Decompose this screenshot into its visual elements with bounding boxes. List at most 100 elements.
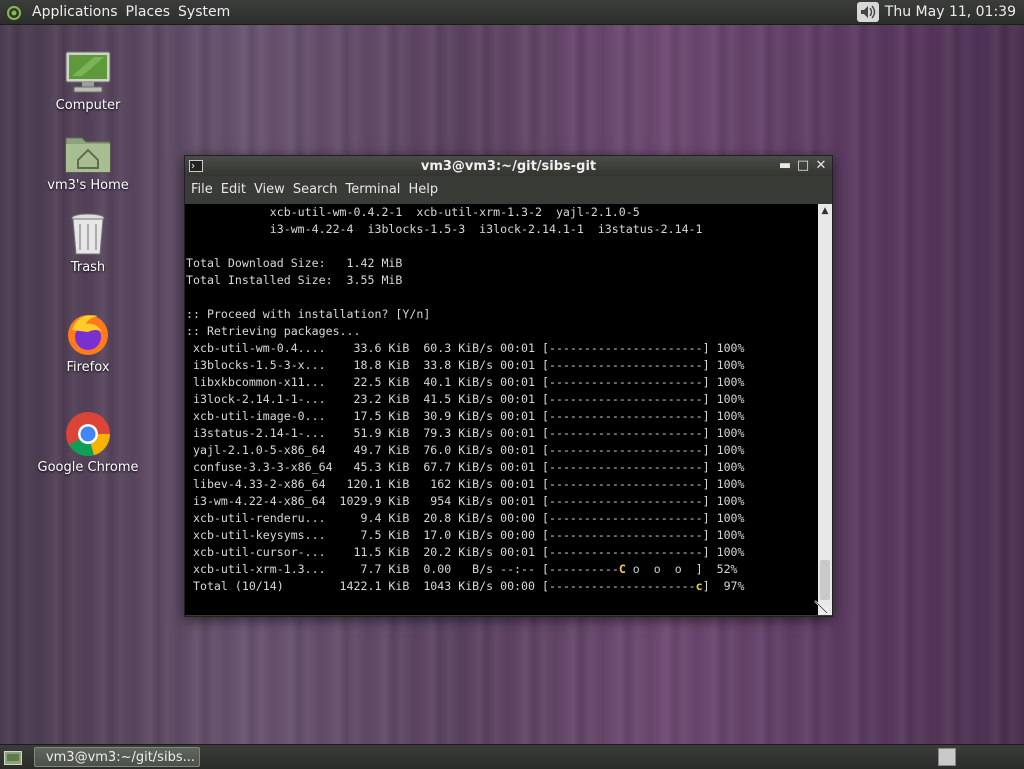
progress-bar-text: [----------------------]: [541, 460, 710, 474]
terminal-line: :: Retrieving packages...: [186, 324, 361, 338]
progress-percent: 100%: [709, 426, 745, 440]
speaker-icon[interactable]: [856, 2, 879, 22]
terminal-text: xcb-util-wm-0.4.2-1 xcb-util-xrm-1.3-2 y…: [185, 204, 818, 595]
desktop-icon-computer[interactable]: Computer: [33, 48, 143, 113]
taskbar-terminal-button[interactable]: vm3@vm3:~/git/sibs...: [34, 747, 200, 767]
progress-bar-text: [----------------------]: [541, 409, 710, 423]
package-info: libev-4.33-2-x86_64 120.1 KiB 162 KiB/s …: [186, 477, 542, 491]
package-info: xcb-util-cursor-... 11.5 KiB 20.2 KiB/s …: [186, 545, 542, 559]
progress-bar-text: [----------------------]: [541, 341, 710, 355]
terminal-line: Total Download Size: 1.42 MiB: [186, 256, 403, 270]
menu-search[interactable]: Search: [289, 182, 342, 197]
scrollbar-thumb[interactable]: [820, 560, 830, 600]
package-row: libxkbcommon-x11... 22.5 KiB 40.1 KiB/s …: [186, 374, 818, 391]
scroll-up-arrow[interactable]: ▲: [818, 204, 832, 218]
progress-percent: 100%: [709, 460, 745, 474]
progress-percent: 97%: [709, 579, 745, 593]
progress-bar-text: [----------------------]: [541, 426, 710, 440]
package-row: xcb-util-renderu... 9.4 KiB 20.8 KiB/s 0…: [186, 510, 818, 527]
desktop-icon-trash[interactable]: Trash: [33, 210, 143, 275]
package-row: xcb-util-xrm-1.3... 7.7 KiB 0.00 B/s --:…: [186, 561, 818, 578]
trash-icon: [71, 213, 105, 255]
panel-clock[interactable]: Thu May 11, 01:39: [885, 4, 1024, 20]
resize-grip-icon[interactable]: [812, 598, 830, 616]
window-titlebar[interactable]: vm3@vm3:~/git/sibs-git ▬ □ ✕: [185, 156, 832, 176]
progress-percent: 100%: [709, 341, 745, 355]
terminal-icon: [39, 756, 40, 758]
package-info: xcb-util-renderu... 9.4 KiB 20.8 KiB/s 0…: [186, 511, 542, 525]
terminal-icon[interactable]: [189, 160, 203, 172]
terminal-line: xcb-util-wm-0.4.2-1 xcb-util-xrm-1.3-2 y…: [186, 205, 640, 219]
chrome-icon: [66, 412, 111, 457]
package-row: xcb-util-cursor-... 11.5 KiB 20.2 KiB/s …: [186, 544, 818, 561]
terminal-output[interactable]: xcb-util-wm-0.4.2-1 xcb-util-xrm-1.3-2 y…: [185, 204, 818, 615]
progress-percent: 100%: [709, 443, 745, 457]
home-folder-icon: [65, 137, 111, 173]
close-button[interactable]: ✕: [814, 159, 828, 173]
desktop-icon-firefox[interactable]: Firefox: [33, 310, 143, 375]
desktop-icon-label: vm3's Home: [47, 178, 129, 193]
desktop-icon-label: Computer: [55, 98, 121, 113]
package-row: xcb-util-image-0... 17.5 KiB 30.9 KiB/s …: [186, 408, 818, 425]
package-row: i3blocks-1.5-3-x... 18.8 KiB 33.8 KiB/s …: [186, 357, 818, 374]
package-info: xcb-util-image-0... 17.5 KiB 30.9 KiB/s …: [186, 409, 542, 423]
firefox-icon: [68, 315, 108, 355]
package-row: i3-wm-4.22-4-x86_64 1029.9 KiB 954 KiB/s…: [186, 493, 818, 510]
package-info: yajl-2.1.0-5-x86_64 49.7 KiB 76.0 KiB/s …: [186, 443, 542, 457]
package-info: xcb-util-xrm-1.3... 7.7 KiB 0.00 B/s --:…: [186, 562, 542, 576]
terminal-scrollbar[interactable]: ▲: [818, 204, 832, 615]
package-info: confuse-3.3-3-x86_64 45.3 KiB 67.7 KiB/s…: [186, 460, 542, 474]
progress-percent: 100%: [709, 511, 745, 525]
package-info: i3status-2.14-1-... 51.9 KiB 79.3 KiB/s …: [186, 426, 542, 440]
menu-file[interactable]: File: [187, 182, 217, 197]
package-row: i3lock-2.14.1-1-... 23.2 KiB 41.5 KiB/s …: [186, 391, 818, 408]
desktop-icon-chrome[interactable]: Google Chrome: [33, 410, 143, 475]
progress-percent: 100%: [709, 545, 745, 559]
progress-bar-text: [----------C o o o ]: [541, 562, 703, 576]
terminal-window[interactable]: vm3@vm3:~/git/sibs-git ▬ □ ✕ File Edit V…: [184, 155, 833, 617]
package-info: xcb-util-keysyms... 7.5 KiB 17.0 KiB/s 0…: [186, 528, 542, 542]
package-info: i3blocks-1.5-3-x... 18.8 KiB 33.8 KiB/s …: [186, 358, 542, 372]
progress-percent: 100%: [709, 494, 745, 508]
menu-system[interactable]: System: [174, 0, 234, 24]
workspace-switcher[interactable]: [938, 748, 956, 766]
terminal-line: :: Proceed with installation? [Y/n]: [186, 307, 431, 321]
progress-bar-text: [----------------------]: [541, 375, 710, 389]
progress-percent: 100%: [709, 477, 745, 491]
menu-help[interactable]: Help: [404, 182, 442, 197]
menu-places[interactable]: Places: [122, 0, 175, 24]
package-info: Total (10/14) 1422.1 KiB 1043 KiB/s 00:0…: [186, 579, 542, 593]
progress-bar-text: [----------------------]: [541, 494, 710, 508]
gnome-foot-icon[interactable]: [6, 4, 22, 20]
menu-applications[interactable]: Applications: [28, 0, 122, 24]
window-controls: ▬ □ ✕: [778, 159, 828, 173]
total-row: Total (10/14) 1422.1 KiB 1043 KiB/s 00:0…: [186, 578, 818, 595]
progress-bar-text: [----------------------]: [541, 545, 710, 559]
show-desktop-icon[interactable]: [4, 749, 22, 765]
package-row: xcb-util-wm-0.4.... 33.6 KiB 60.3 KiB/s …: [186, 340, 818, 357]
progress-bar-text: [----------------------]: [541, 443, 710, 457]
desktop-icon-label: Firefox: [66, 360, 110, 375]
progress-bar-text: [----------------------]: [541, 358, 710, 372]
package-row: libev-4.33-2-x86_64 120.1 KiB 162 KiB/s …: [186, 476, 818, 493]
progress-percent: 100%: [709, 409, 745, 423]
package-row: xcb-util-keysyms... 7.5 KiB 17.0 KiB/s 0…: [186, 527, 818, 544]
menu-edit[interactable]: Edit: [217, 182, 250, 197]
bottom-panel: vm3@vm3:~/git/sibs...: [0, 744, 1024, 769]
progress-percent: 100%: [709, 392, 745, 406]
desktop-icon-label: Trash: [70, 260, 106, 275]
desktop-icon-home[interactable]: vm3's Home: [33, 128, 143, 193]
progress-percent: 100%: [709, 358, 745, 372]
menu-view[interactable]: View: [250, 182, 289, 197]
package-info: i3lock-2.14.1-1-... 23.2 KiB 41.5 KiB/s …: [186, 392, 542, 406]
minimize-button[interactable]: ▬: [778, 159, 792, 173]
progress-percent: 100%: [709, 375, 745, 389]
maximize-button[interactable]: □: [796, 159, 810, 173]
package-info: xcb-util-wm-0.4.... 33.6 KiB 60.3 KiB/s …: [186, 341, 542, 355]
package-info: i3-wm-4.22-4-x86_64 1029.9 KiB 954 KiB/s…: [186, 494, 542, 508]
menu-terminal[interactable]: Terminal: [341, 182, 404, 197]
terminal-menubar: File Edit View Search Terminal Help: [185, 176, 832, 203]
progress-bar-text: [----------------------]: [541, 528, 710, 542]
